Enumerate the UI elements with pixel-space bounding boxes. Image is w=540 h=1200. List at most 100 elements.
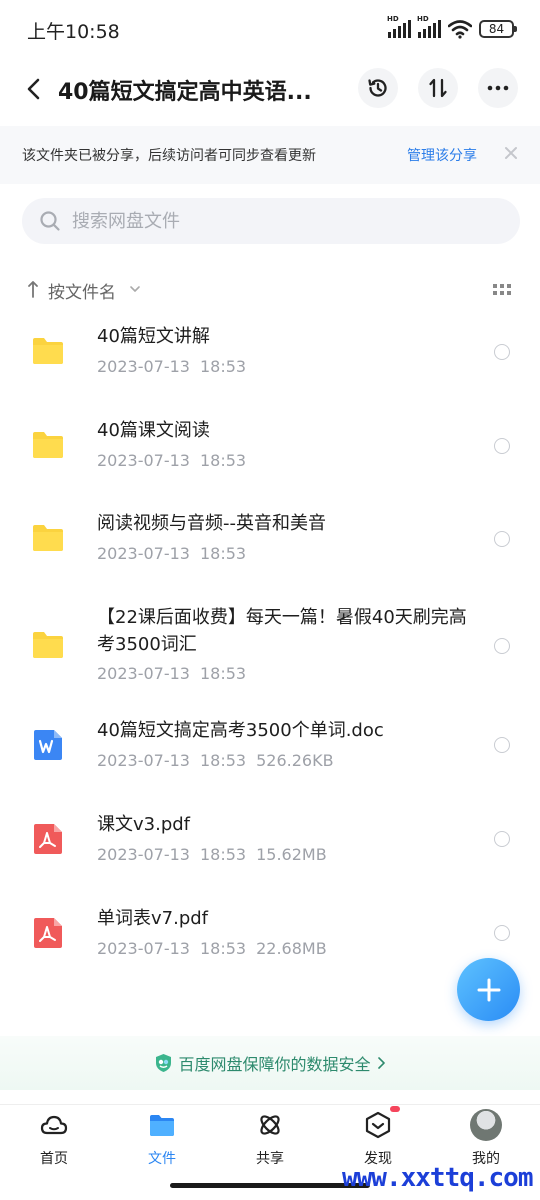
signal-label: HD	[387, 15, 399, 23]
file-date: 2023-07-13	[97, 664, 190, 683]
file-date: 2023-07-13	[97, 939, 190, 958]
file-name: 40篇短文讲解	[97, 326, 210, 347]
signal-icon-2: HD	[417, 15, 441, 38]
pdf-icon	[34, 918, 62, 948]
sort-by-name-label[interactable]: 按文件名	[48, 278, 116, 303]
select-radio[interactable]	[494, 925, 510, 941]
manage-share-link[interactable]: 管理该分享	[407, 145, 477, 165]
file-row[interactable]: 40篇短文讲解 2023-07-13 18:53	[0, 310, 540, 394]
select-radio[interactable]	[494, 638, 510, 654]
file-meta: 2023-07-13 18:53	[97, 664, 256, 683]
file-time: 18:53	[199, 357, 247, 376]
word-doc-icon	[34, 730, 62, 760]
battery-level: 84	[488, 22, 505, 36]
file-meta: 2023-07-13 18:53	[97, 451, 256, 470]
file-time: 18:53	[199, 664, 247, 683]
file-meta: 2023-07-13 18:53	[97, 544, 256, 563]
file-time: 18:53	[199, 845, 247, 864]
file-time: 18:53	[199, 544, 247, 563]
file-date: 2023-07-13	[97, 845, 190, 864]
file-meta: 2023-07-13 18:53 15.62MB	[97, 845, 337, 864]
cloud-icon	[40, 1115, 68, 1135]
tab-label: 首页	[40, 1151, 68, 1167]
page-title: 40篇短文搞定高中英语...	[58, 80, 312, 105]
search-bar	[22, 198, 520, 244]
data-safety-banner[interactable]: 百度网盘保障你的数据安全	[0, 1036, 540, 1090]
chevron-down-icon[interactable]	[129, 284, 141, 294]
tab-share[interactable]: 共享	[216, 1105, 324, 1175]
select-radio[interactable]	[494, 438, 510, 454]
more-button[interactable]	[478, 68, 518, 108]
file-row[interactable]: 【22课后面收费】每天一篇！暑假40天刷完高考3500词汇 2023-07-13…	[0, 592, 540, 702]
grid-view-icon[interactable]	[493, 284, 511, 296]
share-banner: 该文件夹已被分享，后续访问者可同步查看更新 管理该分享	[0, 126, 540, 184]
file-date: 2023-07-13	[97, 544, 190, 563]
more-icon	[487, 85, 509, 91]
atom-icon	[260, 1115, 280, 1135]
file-date: 2023-07-13	[97, 451, 190, 470]
shield-icon	[156, 1054, 172, 1072]
arrow-up-icon[interactable]	[26, 279, 40, 299]
file-date: 2023-07-13	[97, 357, 190, 376]
file-name: 单词表v7.pdf	[97, 908, 209, 929]
chevron-right-icon	[377, 1057, 385, 1069]
search-input[interactable]	[72, 198, 502, 244]
tab-home[interactable]: 首页	[0, 1105, 108, 1175]
file-meta: 2023-07-13 18:53 526.26KB	[97, 751, 344, 770]
file-row[interactable]: 40篇短文搞定高考3500个单词.doc 2023-07-13 18:53 526.…	[0, 710, 540, 794]
status-icons: HD HD 84	[387, 15, 517, 41]
file-row[interactable]: 单词表v7.pdf 2023-07-13 18:53 22.68MB	[0, 898, 540, 982]
tab-label: 文件	[148, 1151, 176, 1167]
select-radio[interactable]	[494, 344, 510, 360]
search-icon	[40, 211, 60, 231]
back-arrow-icon[interactable]	[20, 72, 50, 106]
file-meta: 2023-07-13 18:53	[97, 357, 256, 376]
file-size: 22.68MB	[256, 939, 327, 958]
data-safety-text: 百度网盘保障你的数据安全	[178, 1055, 371, 1074]
file-date: 2023-07-13	[97, 751, 190, 770]
battery-indicator: 84	[479, 20, 517, 38]
add-button[interactable]	[457, 958, 520, 1021]
file-size: 526.26KB	[256, 751, 334, 770]
sort-button[interactable]	[418, 68, 458, 108]
folder-icon	[33, 632, 63, 658]
folder-icon	[150, 1115, 174, 1136]
file-row[interactable]: 阅读视频与音频--英音和美音 2023-07-13 18:53	[0, 497, 540, 581]
folder-icon	[33, 338, 63, 364]
file-row[interactable]: 40篇课文阅读 2023-07-13 18:53	[0, 404, 540, 488]
watermark-text: www.xxttq.com	[342, 1163, 533, 1193]
file-size: 15.62MB	[256, 845, 327, 864]
signal-label-2: HD	[417, 15, 429, 23]
share-banner-text: 该文件夹已被分享，后续访问者可同步查看更新	[22, 148, 316, 164]
file-meta: 2023-07-13 18:53 22.68MB	[97, 939, 337, 958]
tab-label: 共享	[256, 1151, 284, 1167]
tab-files[interactable]: 文件	[108, 1105, 216, 1175]
close-icon[interactable]	[502, 144, 520, 162]
file-time: 18:53	[199, 451, 247, 470]
status-time: 上午10:58	[27, 21, 120, 43]
file-name: 课文v3.pdf	[97, 814, 191, 835]
sort-icon	[429, 78, 447, 98]
file-name: 40篇短文搞定高考3500个单词.doc	[97, 720, 384, 741]
status-bar: 上午10:58 HD HD 84	[0, 0, 540, 58]
select-radio[interactable]	[494, 831, 510, 847]
file-row[interactable]: 课文v3.pdf 2023-07-13 18:53 15.62MB	[0, 804, 540, 888]
avatar	[470, 1109, 502, 1141]
wifi-icon	[448, 20, 472, 39]
file-time: 18:53	[199, 751, 247, 770]
file-name: 40篇课文阅读	[97, 420, 210, 441]
folder-icon	[33, 525, 63, 551]
file-time: 18:53	[199, 939, 247, 958]
header: 40篇短文搞定高中英语...	[0, 62, 540, 116]
home-indicator	[170, 1183, 370, 1188]
plus-icon	[477, 978, 500, 1001]
history-icon	[368, 79, 387, 97]
folder-icon	[33, 432, 63, 458]
notification-dot	[390, 1106, 400, 1112]
pdf-icon	[34, 824, 62, 854]
history-button[interactable]	[358, 68, 398, 108]
select-radio[interactable]	[494, 737, 510, 753]
select-radio[interactable]	[494, 531, 510, 547]
discover-icon	[365, 1111, 391, 1139]
file-name: 阅读视频与音频--英音和美音	[97, 513, 326, 534]
